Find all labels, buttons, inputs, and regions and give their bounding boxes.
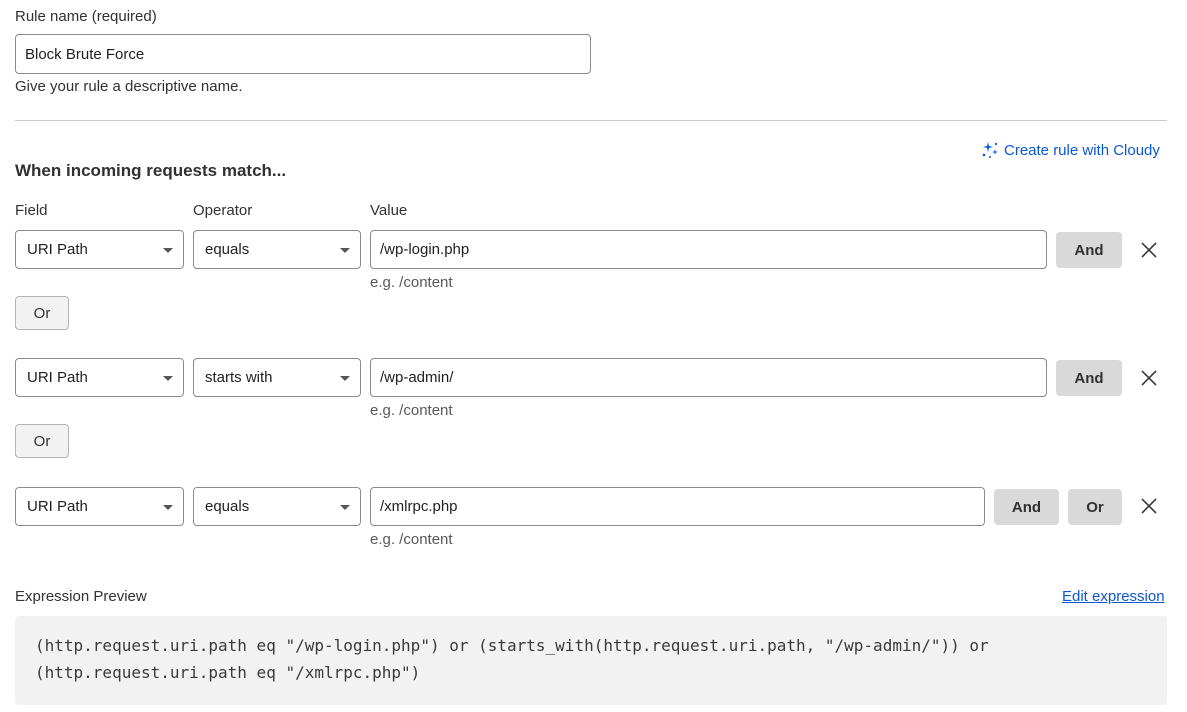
operator-select-value: equals [205,498,250,515]
value-input[interactable]: /wp-admin/ [370,358,1047,397]
or-button-inline[interactable]: Or [1068,489,1122,525]
field-select[interactable]: URI Path [15,230,184,269]
field-column-header: Field [15,202,48,219]
operator-column-header: Operator [193,202,253,219]
expression-preview-label: Expression Preview [15,588,147,605]
operator-select-value: starts with [205,369,273,386]
field-select[interactable]: URI Path [15,358,184,397]
or-button[interactable]: Or [15,424,69,458]
chevron-down-icon [340,375,350,381]
expression-line-1: (http.request.uri.path eq "/wp-login.php… [35,636,989,655]
operator-select[interactable]: starts with [193,358,361,397]
field-select-value: URI Path [27,369,88,386]
rule-name-input[interactable]: Block Brute Force [15,34,591,74]
value-input[interactable]: /xmlrpc.php [370,487,985,526]
value-hint: e.g. /content [370,402,453,419]
sparkle-icon [981,141,999,159]
chevron-down-icon [340,504,350,510]
create-rule-with-cloudy-link[interactable]: Create rule with Cloudy [981,141,1160,159]
chevron-down-icon [163,504,173,510]
field-select[interactable]: URI Path [15,487,184,526]
expression-line-2: (http.request.uri.path eq "/xmlrpc.php") [35,663,421,682]
field-select-value: URI Path [27,241,88,258]
rule-name-value: Block Brute Force [25,45,145,63]
operator-select[interactable]: equals [193,487,361,526]
value-hint: e.g. /content [370,531,453,548]
expression-preview: (http.request.uri.path eq "/wp-login.php… [15,616,1167,705]
field-select-value: URI Path [27,498,88,515]
value-input[interactable]: /wp-login.php [370,230,1047,269]
cloudy-link-label: Create rule with Cloudy [1004,141,1160,159]
chevron-down-icon [163,247,173,253]
close-icon[interactable] [1139,496,1159,516]
close-icon[interactable] [1139,240,1159,260]
chevron-down-icon [340,247,350,253]
or-button[interactable]: Or [15,296,69,330]
value-input-text: /wp-login.php [380,241,470,258]
close-icon[interactable] [1139,368,1159,388]
value-hint: e.g. /content [370,274,453,291]
and-button[interactable]: And [994,489,1059,525]
edit-expression-link[interactable]: Edit expression [1062,588,1165,605]
rule-name-help: Give your rule a descriptive name. [15,78,243,95]
divider [15,120,1167,121]
operator-select[interactable]: equals [193,230,361,269]
operator-select-value: equals [205,241,250,258]
and-button[interactable]: And [1056,232,1122,268]
match-heading: When incoming requests match... [15,161,287,180]
value-input-text: /wp-admin/ [380,369,454,386]
chevron-down-icon [163,375,173,381]
and-button[interactable]: And [1056,360,1122,396]
rule-name-label: Rule name (required) [15,8,157,25]
value-column-header: Value [370,202,408,219]
value-input-text: /xmlrpc.php [380,498,458,515]
